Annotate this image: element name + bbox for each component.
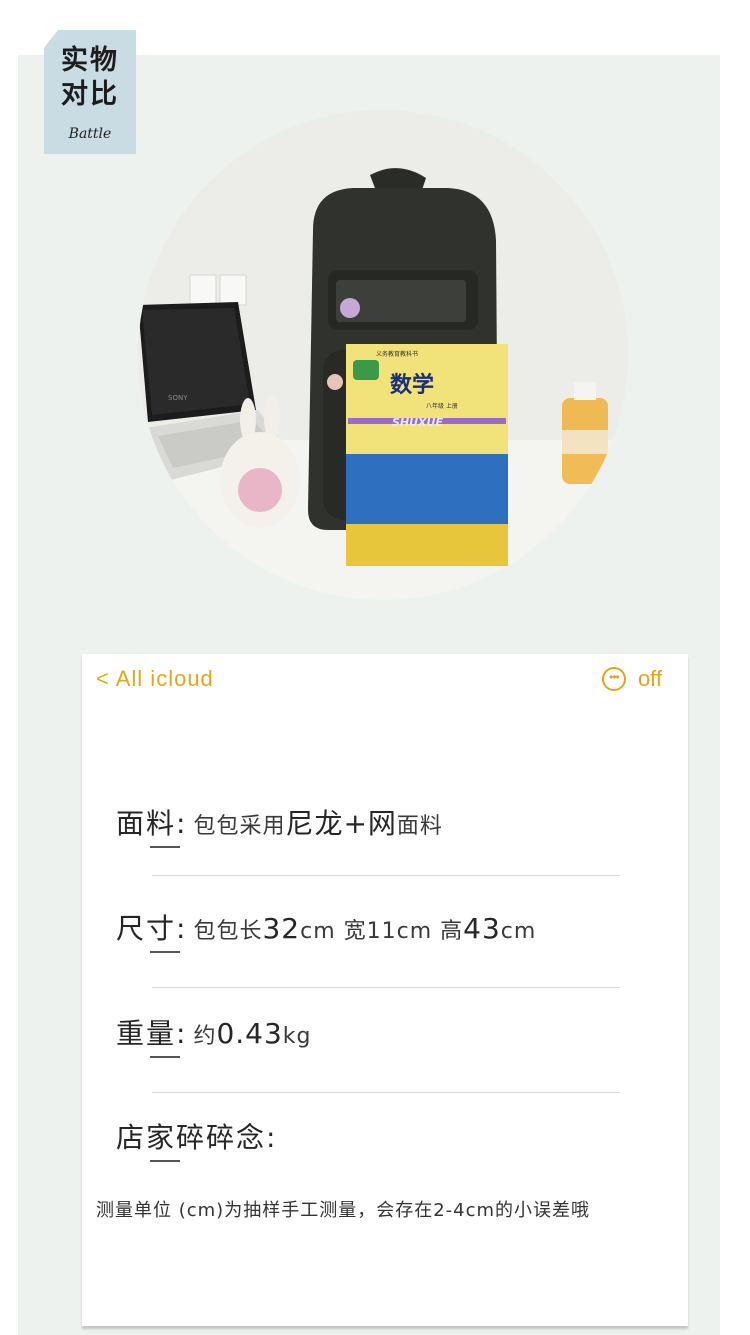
divider (152, 987, 620, 988)
spec-label: 重量: (116, 1012, 187, 1058)
spec-label: 店家碎碎念: (116, 1116, 277, 1162)
divider (152, 1092, 620, 1093)
tag-title: 实物 对比 (61, 45, 119, 110)
math-textbook: 义务教育教科书 数学 八年级 上册 SHUXUE (346, 344, 508, 566)
nav-right: ••• off (601, 664, 662, 694)
spec-row-weight: 重量: 约0.43kg (116, 1012, 668, 1058)
more-options-icon[interactable]: ••• (601, 667, 626, 691)
spec-label: 尺寸: (116, 907, 187, 953)
tag-subtitle: Battle (68, 126, 112, 142)
back-link[interactable]: < All icloud (96, 666, 214, 692)
spec-value: 包包长32cm 宽11cm 高43cm (193, 912, 537, 945)
spec-value: 包包采用尼龙+网面料 (193, 807, 443, 840)
measurement-note: 测量单位 (cm)为抽样手工测量，会存在2-4cm的小误差哦 (96, 1200, 591, 1221)
spec-row-notes: 店家碎碎念: (116, 1116, 668, 1162)
spec-value: 约0.43kg (193, 1017, 312, 1050)
spec-card: < All icloud ••• off 面料: 包包采用尼龙+网面料 尺寸: … (82, 654, 688, 1326)
svg-text:义务教育教科书: 义务教育教科书 (376, 350, 418, 358)
svg-text:SHUXUE: SHUXUE (392, 416, 443, 429)
spec-row-size: 尺寸: 包包长32cm 宽11cm 高43cm (116, 907, 668, 953)
product-photo: SONY 义务教育教科书 数学 八年级 上册 SHUXUE (138, 110, 628, 600)
svg-text:八年级 上册: 八年级 上册 (426, 402, 458, 410)
spec-label: 面料: (116, 802, 187, 848)
svg-text:SONY: SONY (168, 394, 188, 402)
backpack-photo-illustration: SONY 义务教育教科书 数学 八年级 上册 SHUXUE (138, 110, 628, 600)
off-label[interactable]: off (638, 666, 662, 692)
spec-row-material: 面料: 包包采用尼龙+网面料 (116, 802, 668, 848)
svg-text:数学: 数学 (390, 372, 434, 398)
divider (152, 875, 620, 876)
section-tag: 实物 对比 Battle (44, 30, 136, 154)
